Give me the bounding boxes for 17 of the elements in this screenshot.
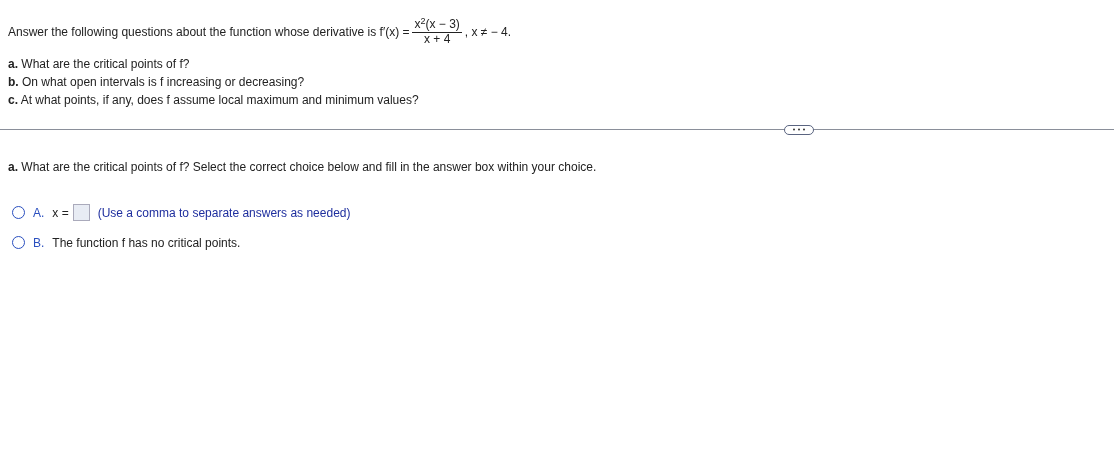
radio-button[interactable]: [12, 206, 25, 220]
intro-text: Answer the following questions about the function whose derivative is f′(x) =: [8, 24, 410, 42]
more-button[interactable]: [784, 124, 814, 135]
choice-text: The function f has no critical points.: [52, 234, 241, 252]
fraction-numerator: x$^{2}$(x − 3): [412, 18, 462, 33]
radio-button[interactable]: [12, 236, 25, 250]
choice-letter: B.: [33, 234, 45, 252]
question-text: c. At what points, if any, does f assume local maximum and minimum values?: [8, 91, 420, 109]
choice-letter: A.: [33, 204, 45, 222]
fraction-denominator: x + 4: [423, 32, 451, 47]
question-text: b. On what open intervals is f increasing or decreasing?: [8, 73, 306, 91]
hint-text: (Use a comma to separate answers as needed): [97, 204, 351, 222]
domain-condition: , x ≠ − 4.: [464, 24, 512, 42]
choice-label: x =: [52, 204, 69, 222]
more-icon: [792, 128, 806, 132]
question-prompt: a. What are the critical points of f? Select the correct choice below and fill in the answer box within your choice.: [8, 158, 598, 176]
question-text: a. What are the critical points of f?: [8, 55, 191, 73]
